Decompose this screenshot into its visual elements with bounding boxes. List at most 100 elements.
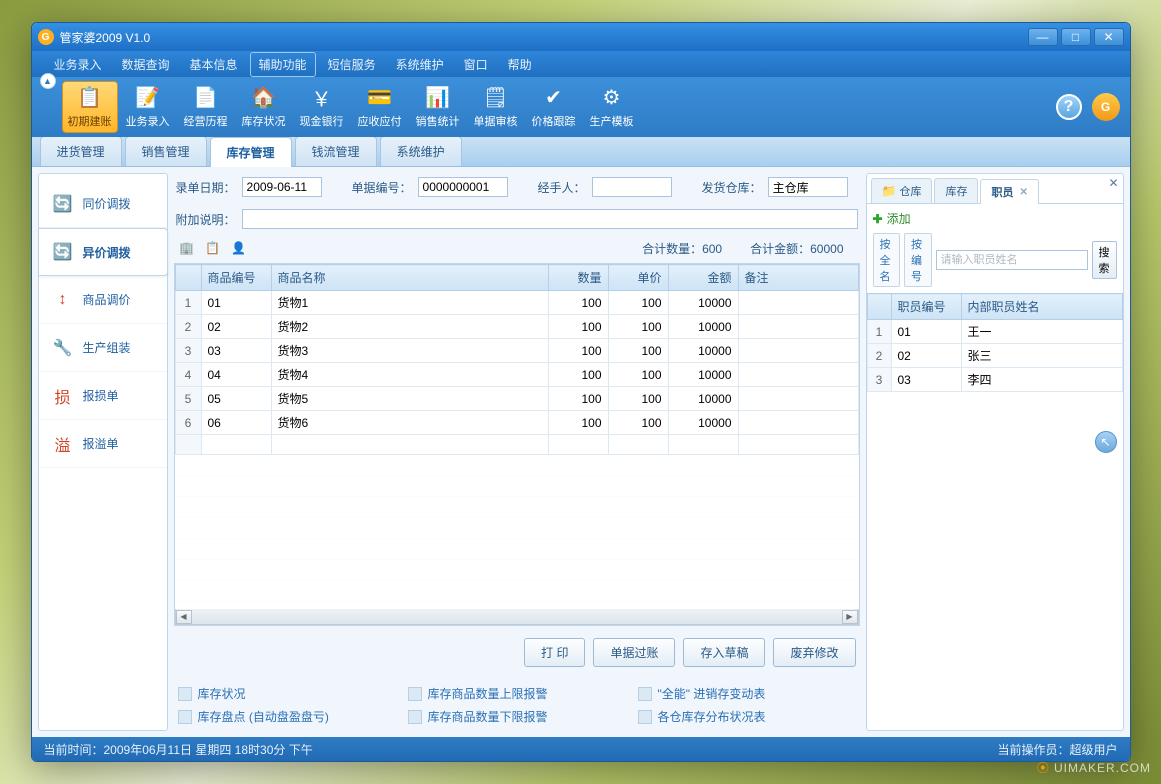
staff-grid[interactable]: 职员编号内部职员姓名 101王一202张三303李四	[867, 293, 1123, 392]
filter-code-button[interactable]: 按编号	[904, 233, 932, 287]
menu-item-5[interactable]: 系统维护	[388, 53, 452, 76]
menu-item-6[interactable]: 窗口	[456, 53, 496, 76]
warehouse-input[interactable]	[768, 177, 848, 197]
help-icon[interactable]: ?	[1056, 94, 1082, 120]
scroll-left-icon[interactable]: ◀	[176, 610, 192, 624]
grid-header[interactable]: 单价	[608, 265, 668, 291]
grid-header[interactable]: 商品名称	[271, 265, 548, 291]
search-button[interactable]: 搜索	[1092, 241, 1117, 279]
toolbar-icon: ⚙	[600, 86, 624, 110]
sidebar-item-2[interactable]: ↕商品调价	[39, 276, 167, 324]
link-2[interactable]: "全能" 进销存变动表	[638, 685, 856, 702]
close-button[interactable]: ✕	[1094, 28, 1124, 46]
toolbar-button-4[interactable]: ￥现金银行	[294, 81, 350, 133]
panel-close-icon[interactable]: ✕	[1108, 176, 1118, 190]
staff-grid-header[interactable]	[867, 294, 891, 320]
grid-header[interactable]: 金额	[668, 265, 738, 291]
warehouse-label: 发货仓库：	[702, 179, 762, 196]
table-row-empty[interactable]	[175, 435, 858, 455]
link-0[interactable]: 库存状况	[178, 685, 396, 702]
filter-fullname-button[interactable]: 按全名	[873, 233, 901, 287]
table-row[interactable]: 505货物510010010000	[175, 387, 858, 411]
tab-close-icon[interactable]: ✕	[1019, 187, 1027, 198]
date-input[interactable]	[242, 177, 322, 197]
action-button-3[interactable]: 废弃修改	[773, 638, 855, 667]
staff-row[interactable]: 303李四	[867, 368, 1122, 392]
tab-0[interactable]: 进货管理	[40, 136, 122, 166]
toolbar-button-5[interactable]: 💳应收应付	[352, 81, 408, 133]
tab-2[interactable]: 库存管理	[210, 137, 292, 167]
menu-item-3[interactable]: 辅助功能	[250, 52, 316, 77]
staff-row[interactable]: 101王一	[867, 320, 1122, 344]
table-row[interactable]: 606货物610010010000	[175, 411, 858, 435]
action-button-1[interactable]: 单据过账	[593, 638, 675, 667]
status-operator: 当前操作员：超级用户	[997, 741, 1117, 758]
link-3[interactable]: 库存盘点 (自动盘盈盘亏)	[178, 708, 396, 725]
toolbar-collapse-icon[interactable]: ▲	[40, 73, 56, 89]
person-icon[interactable]: 👤	[230, 239, 248, 257]
menu-item-2[interactable]: 基本信息	[182, 53, 246, 76]
tab-1[interactable]: 销售管理	[125, 136, 207, 166]
list-icon	[638, 687, 652, 701]
toolbar-button-3[interactable]: 🏠库存状况	[236, 81, 292, 133]
horizontal-scrollbar[interactable]: ◀ ▶	[175, 609, 859, 625]
toolbar-button-6[interactable]: 📊销售统计	[410, 81, 466, 133]
sidebar-icon: 溢	[53, 434, 73, 454]
tab-3[interactable]: 钱流管理	[295, 136, 377, 166]
main-tabstrip: 进货管理销售管理库存管理钱流管理系统维护	[32, 137, 1130, 167]
grid-icon-2[interactable]: 📋	[204, 239, 222, 257]
table-row[interactable]: 404货物410010010000	[175, 363, 858, 387]
scroll-right-icon[interactable]: ▶	[842, 610, 858, 624]
maximize-button[interactable]: □	[1061, 28, 1091, 46]
sidebar-icon: 🔄	[53, 194, 73, 214]
minimize-button[interactable]: —	[1028, 28, 1058, 46]
menu-item-4[interactable]: 短信服务	[320, 53, 384, 76]
right-tab-2[interactable]: 职员✕	[980, 179, 1038, 204]
table-row[interactable]: 303货物310010010000	[175, 339, 858, 363]
main-grid[interactable]: 商品编号商品名称数量单价金额备注 101货物110010010000202货物2…	[175, 264, 859, 455]
grid-header[interactable]: 备注	[738, 265, 858, 291]
table-row[interactable]: 101货物110010010000	[175, 291, 858, 315]
right-tab-1[interactable]: 库存	[934, 178, 978, 203]
link-5[interactable]: 各仓库存分布状况表	[638, 708, 856, 725]
action-button-2[interactable]: 存入草稿	[683, 638, 765, 667]
main-grid-wrap: 商品编号商品名称数量单价金额备注 101货物110010010000202货物2…	[174, 263, 860, 626]
sidebar-item-3[interactable]: 🔧生产组装	[39, 324, 167, 372]
grid-header[interactable]: 数量	[548, 265, 608, 291]
toolbar-button-7[interactable]: 🗒单据审核	[468, 81, 524, 133]
toolbar-button-0[interactable]: 📋初期建账	[62, 81, 118, 133]
sidebar-item-5[interactable]: 溢报溢单	[39, 420, 167, 468]
sidebar-item-1[interactable]: 🔄异价调拨	[39, 228, 168, 276]
link-4[interactable]: 库存商品数量下限报警	[408, 708, 626, 725]
tab-4[interactable]: 系统维护	[380, 136, 462, 166]
sidebar-item-4[interactable]: 损报损单	[39, 372, 167, 420]
staff-row[interactable]: 202张三	[867, 344, 1122, 368]
menu-item-7[interactable]: 帮助	[500, 53, 540, 76]
search-input[interactable]	[936, 250, 1088, 270]
grid-header[interactable]	[175, 265, 201, 291]
toolbar-button-1[interactable]: 📝业务录入	[120, 81, 176, 133]
toolbar-button-2[interactable]: 📄经营历程	[178, 81, 234, 133]
toolbar-button-8[interactable]: ✔价格跟踪	[526, 81, 582, 133]
table-row[interactable]: 202货物210010010000	[175, 315, 858, 339]
add-button[interactable]: ✚添加	[873, 210, 911, 227]
sidebar-icon: ↕	[53, 290, 73, 310]
grid-header[interactable]: 商品编号	[201, 265, 271, 291]
action-button-0[interactable]: 打 印	[524, 638, 585, 667]
menu-item-0[interactable]: 业务录入	[46, 53, 110, 76]
list-icon	[178, 710, 192, 724]
form-row-1: 录单日期： 单据编号： 经手人： 发货仓库：	[174, 173, 860, 201]
titlebar[interactable]: G 管家婆2009 V1.0 — □ ✕	[32, 23, 1130, 51]
staff-grid-header[interactable]: 内部职员姓名	[961, 294, 1122, 320]
menu-item-1[interactable]: 数据查询	[114, 53, 178, 76]
sidebar-item-0[interactable]: 🔄同价调拨	[39, 180, 167, 228]
handler-input[interactable]	[592, 177, 672, 197]
staff-grid-header[interactable]: 职员编号	[891, 294, 961, 320]
toolbar-button-9[interactable]: ⚙生产模板	[584, 81, 640, 133]
docno-input[interactable]	[418, 177, 508, 197]
center-panel: 录单日期： 单据编号： 经手人： 发货仓库： 附加说明：	[174, 173, 860, 731]
right-tab-0[interactable]: 📁仓库	[871, 178, 933, 203]
grid-icon-1[interactable]: 🏢	[178, 239, 196, 257]
link-1[interactable]: 库存商品数量上限报警	[408, 685, 626, 702]
note-input[interactable]	[242, 209, 858, 229]
